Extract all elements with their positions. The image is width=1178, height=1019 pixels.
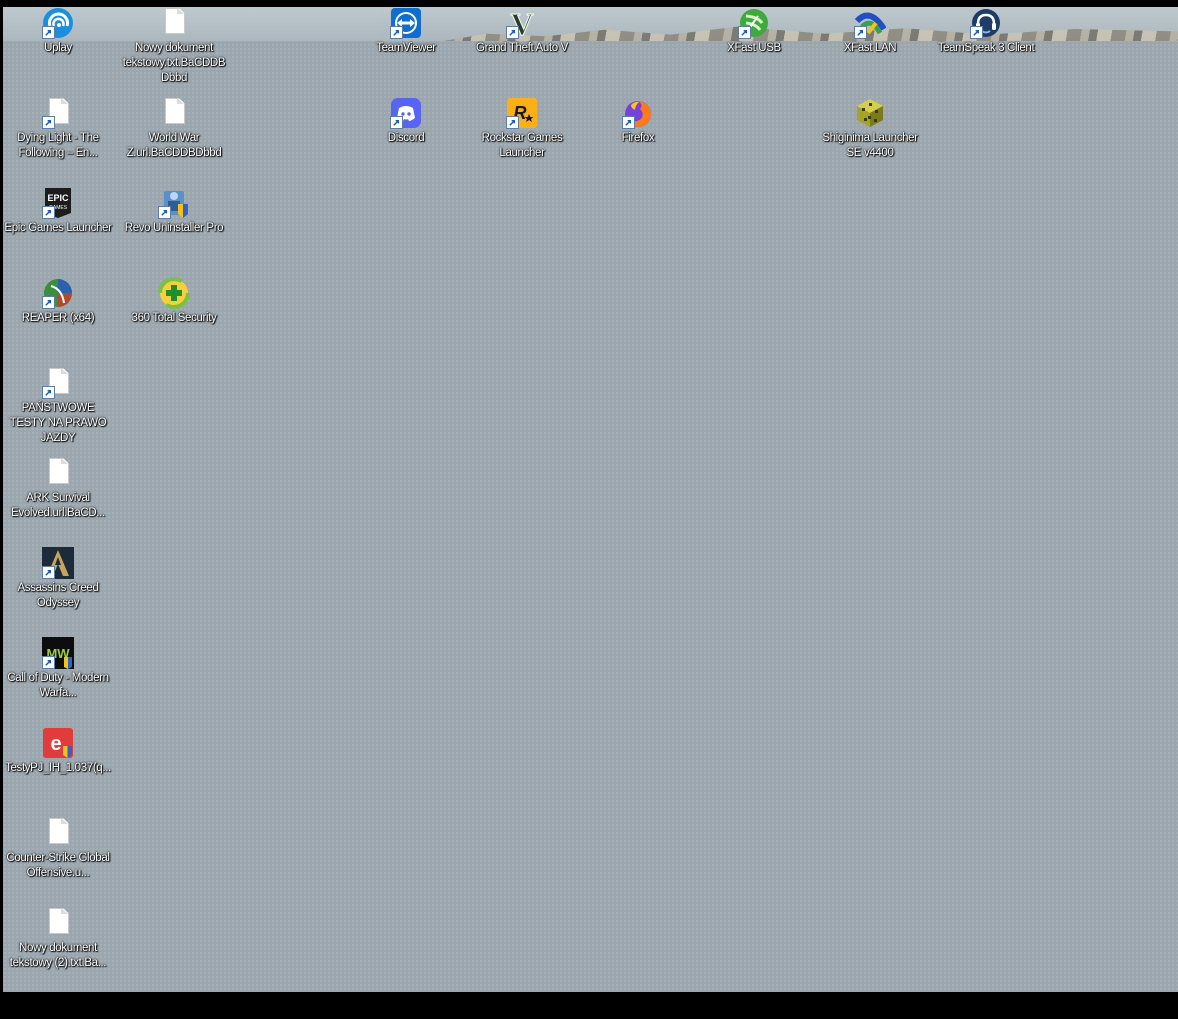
shiginima-icon (854, 97, 886, 129)
uplay-icon (42, 7, 74, 39)
shortcut-arrow-icon (158, 206, 171, 219)
icon-label: Dying Light - The Following – En... (17, 132, 99, 159)
shortcut-arrow-icon (390, 116, 403, 129)
gta-v-icon: V (506, 7, 538, 39)
desktop-icon-uplay[interactable]: Uplay (2, 7, 114, 56)
teamspeak-icon (970, 7, 1002, 39)
desktop-icon-nowy-dokument-2[interactable]: Nowy dokument tekstowy (2).txt.Ba... (2, 907, 114, 971)
desktop-icon-world-war-z[interactable]: World War Z.url.BaCDDBDbbd (118, 97, 230, 161)
icon-label: REAPER (x64) (21, 312, 95, 324)
desktop-icon-epic-games[interactable]: EPIC GAMES Epic Games Launcher (2, 187, 114, 236)
desktop-icon-teamviewer[interactable]: TeamViewer (350, 7, 462, 56)
icon-label: Discord (387, 132, 425, 144)
shortcut-arrow-icon (506, 116, 519, 129)
icon-label: TeamViewer (376, 42, 436, 54)
icon-label: Uplay (44, 42, 72, 54)
desktop-icon-rockstar-launcher[interactable]: R Rockstar Games Launcher (466, 97, 578, 161)
desktop-icon-call-of-duty[interactable]: MW Call of Duty - Modern Warfa... (2, 637, 114, 701)
desktop-icon-shiginima-launcher[interactable]: Shiginima Launcher SE v4400 (814, 97, 926, 161)
testy-pj-icon: e (42, 727, 74, 759)
icon-label: TeamSpeak 3 Client (937, 42, 1035, 54)
desktop-icon-ark[interactable]: ARK Survival Evolved.url.BaCD... (2, 457, 114, 521)
icon-label: Rockstar Games Launcher (481, 132, 563, 159)
desktop-icon-dying-light[interactable]: Dying Light - The Following – En... (2, 97, 114, 161)
shortcut-arrow-icon (622, 116, 635, 129)
reaper-icon (42, 277, 74, 309)
document-icon (42, 907, 74, 939)
call-of-duty-icon: MW (42, 637, 74, 669)
screen: Uplay Dying Light - The Following – En..… (0, 0, 1178, 1019)
desktop-icon-reaper[interactable]: REAPER (x64) (2, 277, 114, 326)
shortcut-arrow-icon (42, 386, 55, 399)
shortcut-arrow-icon (42, 296, 55, 309)
teamviewer-icon (390, 7, 422, 39)
360-security-icon (158, 277, 190, 309)
desktop-icon-xfast-usb[interactable]: XFast USB (698, 7, 810, 56)
shortcut-arrow-icon (506, 26, 519, 39)
desktop-icon-revo-uninstaller[interactable]: Revo Uninstaller Pro (118, 187, 230, 236)
svg-text:e: e (50, 733, 61, 755)
xfast-usb-icon (738, 7, 770, 39)
icon-label: Shiginima Launcher SE v4400 (822, 132, 918, 159)
firefox-icon (622, 97, 654, 129)
desktop-icon-discord[interactable]: Discord (350, 97, 462, 146)
icon-label: ARK Survival Evolved.url.BaCD... (11, 492, 105, 519)
desktop-icon-panstwowe-testy[interactable]: PAŃSTWOWE TESTY NA PRAWO JAZDY (2, 367, 114, 446)
taskbar[interactable] (0, 992, 1178, 1019)
shortcut-arrow-icon (42, 566, 55, 579)
shortcut-arrow-icon (390, 26, 403, 39)
icon-label: Call of Duty - Modern Warfa... (7, 672, 109, 699)
epic-games-icon: EPIC GAMES (42, 187, 74, 219)
document-icon (42, 367, 74, 399)
icon-label: Grand Theft Auto V (476, 42, 568, 54)
icon-label: Nowy dokument tekstowy.txt.BaCDDB Dbbd (122, 42, 226, 84)
discord-icon (390, 97, 422, 129)
shortcut-arrow-icon (42, 656, 55, 669)
document-icon (42, 817, 74, 849)
document-icon (158, 97, 190, 129)
shortcut-arrow-icon (970, 26, 983, 39)
document-icon (42, 97, 74, 129)
desktop-icon-testy-pj[interactable]: e TestyPJ_IH_1.037(q... (2, 727, 114, 776)
desktop-icon-gta-v[interactable]: V Grand Theft Auto V (466, 7, 578, 56)
svg-text:EPIC: EPIC (47, 193, 69, 203)
document-icon (42, 457, 74, 489)
shortcut-arrow-icon (42, 206, 55, 219)
shortcut-arrow-icon (854, 26, 867, 39)
icon-label: TestyPJ_IH_1.037(q... (5, 762, 111, 774)
shortcut-arrow-icon (738, 26, 751, 39)
icon-label: Counter-Strike Global Offensive.u... (6, 852, 110, 879)
desktop-icon-firefox[interactable]: Firefox (582, 97, 694, 146)
desktop-icon-teamspeak[interactable]: TeamSpeak 3 Client (930, 7, 1042, 56)
desktop-icon-360-total-security[interactable]: 360 Total Security (118, 277, 230, 326)
desktop-background[interactable]: Uplay Dying Light - The Following – En..… (3, 7, 1178, 992)
desktop-icon-xfast-lan[interactable]: XFast LAN (814, 7, 926, 56)
icon-label: PAŃSTWOWE TESTY NA PRAWO JAZDY (9, 402, 107, 444)
icon-label: Epic Games Launcher (4, 222, 112, 234)
icon-label: Assassins Creed Odyssey (17, 582, 99, 609)
xfast-lan-icon (854, 7, 886, 39)
icon-label: XFast LAN (843, 42, 897, 54)
icon-label: Firefox (621, 132, 655, 144)
icon-label: 360 Total Security (131, 312, 217, 324)
shortcut-arrow-icon (42, 26, 55, 39)
icon-label: XFast USB (727, 42, 781, 54)
desktop-icon-nowy-dokument[interactable]: Nowy dokument tekstowy.txt.BaCDDB Dbbd (118, 7, 230, 86)
revo-uninstaller-icon (158, 187, 190, 219)
desktop-icon-cs-go[interactable]: Counter-Strike Global Offensive.u... (2, 817, 114, 881)
shortcut-arrow-icon (42, 116, 55, 129)
icon-label: World War Z.url.BaCDDBDbbd (126, 132, 222, 159)
document-icon (158, 7, 190, 39)
icon-label: Nowy dokument tekstowy (2).txt.Ba... (9, 942, 107, 969)
icon-label: Revo Uninstaller Pro (124, 222, 224, 234)
desktop-icon-assassins-creed[interactable]: Assassins Creed Odyssey (2, 547, 114, 611)
rockstar-icon: R (506, 97, 538, 129)
assassins-creed-icon (42, 547, 74, 579)
